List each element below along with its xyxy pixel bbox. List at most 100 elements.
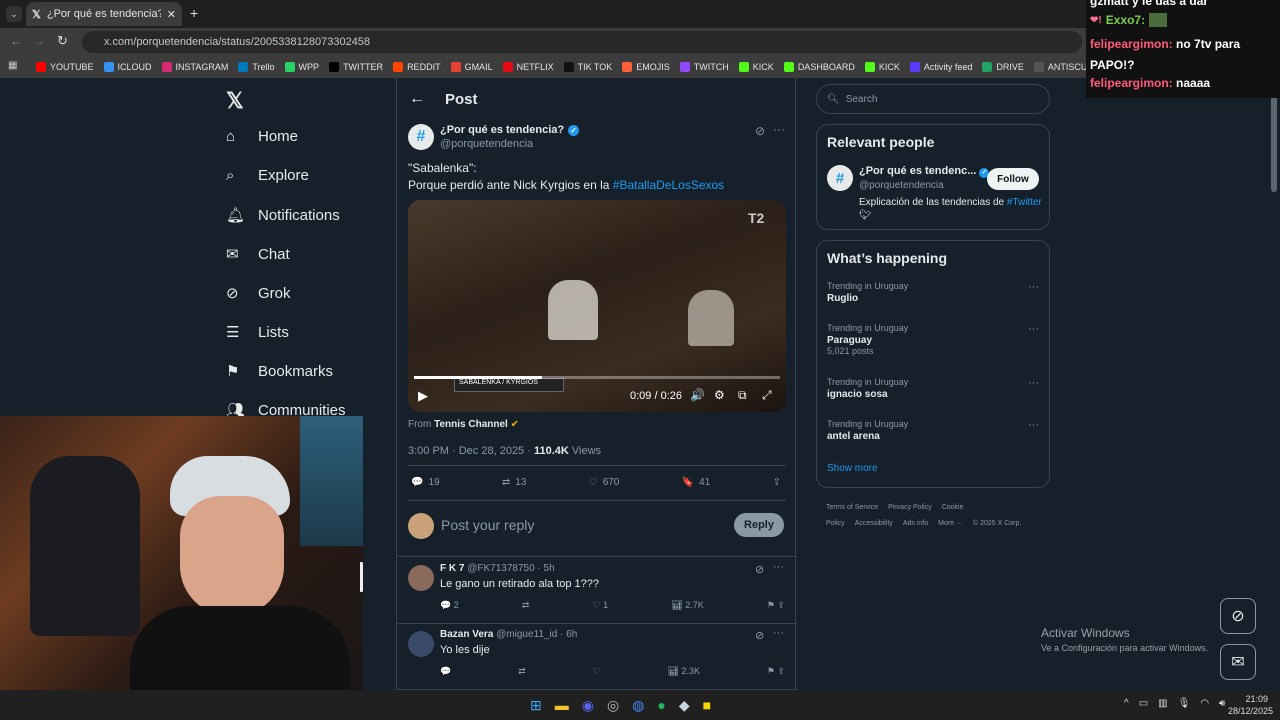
- search-field[interactable]: 🔍︎ Search: [816, 84, 1050, 114]
- new-tab-icon[interactable]: +: [190, 5, 198, 21]
- nav-item-explore[interactable]: ⌕ Explore: [226, 167, 309, 184]
- apps-grid-icon[interactable]: ▦: [8, 60, 17, 71]
- reply-action[interactable]: 💬 19: [411, 477, 440, 488]
- more-options-icon[interactable]: ···: [1028, 323, 1039, 335]
- spotify-icon[interactable]: ●: [657, 697, 665, 714]
- video-progress-track[interactable]: [414, 376, 780, 379]
- grok-icon[interactable]: ⊘: [755, 629, 764, 642]
- footer-link[interactable]: Privacy Policy: [888, 504, 932, 511]
- reply-avatar[interactable]: [408, 565, 434, 591]
- reply-action[interactable]: 💬: [440, 666, 451, 677]
- nav-item-bookmarks[interactable]: ⚑ Bookmarks: [226, 362, 333, 381]
- nav-item-chat[interactable]: ✉ Chat: [226, 245, 290, 264]
- bookmark-item[interactable]: TIK TOK: [563, 62, 612, 72]
- bookmark-item[interactable]: GMAIL: [450, 62, 493, 72]
- settings-icon[interactable]: ⚙: [714, 388, 725, 402]
- footer-link[interactable]: © 2025 X Corp.: [973, 520, 1021, 527]
- person-avatar[interactable]: #: [827, 165, 853, 191]
- mic-icon[interactable]: 🎙︎: [1178, 698, 1191, 709]
- person-name[interactable]: ¿Por qué es tendenc... ✓: [859, 165, 990, 178]
- sticky-notes-icon[interactable]: ■: [703, 697, 711, 714]
- share-action[interactable]: ⇪: [773, 477, 781, 488]
- like-action[interactable]: ♡ 670: [589, 477, 620, 488]
- trend-item[interactable]: Trending in Uruguay Paraguay 5,021 posts…: [827, 323, 1039, 356]
- reload-icon[interactable]: ↻: [57, 33, 68, 49]
- network-icon[interactable]: ▥: [1158, 698, 1167, 709]
- bookmark-item[interactable]: KICK: [864, 62, 900, 72]
- obs-icon[interactable]: ◎: [607, 697, 619, 714]
- repost-action[interactable]: ⇄ 13: [502, 477, 527, 488]
- bio-hashtag-link[interactable]: #Twitter: [1007, 197, 1042, 208]
- tab-list-icon[interactable]: ⌄: [6, 6, 22, 22]
- bookmark-item[interactable]: EMOJIS: [622, 62, 670, 72]
- hashtag-link[interactable]: #BatallaDeLosSexos: [613, 178, 724, 192]
- language-icon[interactable]: ▭: [1139, 698, 1148, 709]
- nav-item-home[interactable]: ⌂ Home: [226, 128, 298, 145]
- more-options-icon[interactable]: ···: [1028, 281, 1039, 293]
- volume-icon[interactable]: 🔊︎: [1219, 698, 1225, 709]
- bookmark-item[interactable]: KICK: [738, 62, 774, 72]
- wifi-icon[interactable]: ◠: [1200, 698, 1209, 709]
- trend-item[interactable]: Trending in Uruguay ignacio sosa ···: [827, 377, 1039, 400]
- bookmark-action[interactable]: ⚑ ⇪: [767, 666, 785, 677]
- bookmark-item[interactable]: Activity feed: [909, 62, 972, 72]
- back-icon[interactable]: ←: [10, 34, 22, 48]
- like-action[interactable]: ♡: [593, 666, 601, 677]
- bookmark-item[interactable]: TWITTER: [329, 62, 383, 72]
- trend-item[interactable]: Trending in Uruguay antel arena ···: [827, 419, 1039, 442]
- more-options-icon[interactable]: ···: [773, 627, 784, 639]
- reply-avatar[interactable]: [408, 631, 434, 657]
- steam-icon[interactable]: ◆: [679, 697, 690, 714]
- reply-author[interactable]: Bazan Vera @migue11_id · 6h: [440, 629, 577, 640]
- person-handle[interactable]: @porquetendencia: [859, 180, 944, 191]
- footer-link[interactable]: More ···: [938, 520, 963, 527]
- footer-link[interactable]: Accessibility: [855, 520, 893, 527]
- repost-action[interactable]: ⇄: [522, 600, 530, 611]
- views-action[interactable]: 📊︎ 2.7K: [671, 600, 703, 611]
- reply-author[interactable]: F K 7 @FK71378750 · 5h: [440, 563, 555, 574]
- volume-icon[interactable]: 🔊: [690, 388, 705, 402]
- follow-button[interactable]: Follow: [987, 168, 1039, 190]
- reply-button[interactable]: Reply: [734, 513, 784, 537]
- bookmark-item[interactable]: Trello: [238, 62, 275, 72]
- url-field[interactable]: x.com/porquetendencia/status/20053381280…: [82, 31, 1082, 53]
- bookmark-item[interactable]: ICLOUD: [103, 62, 152, 72]
- footer-link[interactable]: Terms of Service: [826, 504, 878, 511]
- show-more-link[interactable]: Show more: [827, 463, 878, 474]
- play-icon[interactable]: ▶: [418, 388, 428, 404]
- bookmark-item[interactable]: NETFLIX: [502, 62, 554, 72]
- source-name[interactable]: Tennis Channel: [434, 419, 508, 430]
- footer-link[interactable]: Ads info: [903, 520, 928, 527]
- nav-item-grok[interactable]: ⊘ Grok: [226, 284, 291, 303]
- author-avatar[interactable]: #: [408, 124, 434, 150]
- chrome-icon[interactable]: ◍: [632, 697, 644, 714]
- page-scrollbar[interactable]: [1271, 96, 1277, 192]
- discord-icon[interactable]: ◉: [582, 697, 594, 714]
- more-options-icon[interactable]: ···: [1028, 377, 1039, 389]
- grok-icon[interactable]: ⊘: [755, 563, 764, 576]
- bookmark-item[interactable]: YOUTUBE: [36, 62, 94, 72]
- trend-item[interactable]: Trending in Uruguay Ruglio ···: [827, 281, 1039, 304]
- more-options-icon[interactable]: ···: [773, 561, 784, 573]
- reply-input[interactable]: Post your reply: [441, 517, 534, 533]
- file-explorer-icon[interactable]: ▬: [555, 697, 569, 714]
- repost-action[interactable]: ⇄: [518, 666, 526, 677]
- bookmark-action[interactable]: ⚑ ⇪: [767, 600, 785, 611]
- forward-icon[interactable]: →: [33, 34, 45, 48]
- windows-start-icon[interactable]: ⊞: [530, 697, 542, 714]
- x-logo-icon[interactable]: 𝕏: [226, 88, 244, 114]
- bookmark-item[interactable]: DRIVE: [982, 62, 1024, 72]
- more-options-icon[interactable]: ···: [1028, 419, 1039, 431]
- author-name-row[interactable]: ¿Por qué es tendencia? ✓: [440, 124, 580, 136]
- nav-item-notifications[interactable]: 🔔︎ Notifications: [226, 206, 340, 225]
- bookmark-action[interactable]: 🔖 41: [682, 477, 711, 488]
- video-player[interactable]: T2 SABALENKA / KYRGIOS ▶ 0:09 / 0:26 🔊 ⚙…: [408, 200, 786, 412]
- pip-icon[interactable]: ⧉: [738, 388, 747, 403]
- fullscreen-icon[interactable]: ⤢: [762, 388, 772, 403]
- like-action[interactable]: ♡ 1: [593, 600, 609, 611]
- bookmark-item[interactable]: TWITCH: [679, 62, 729, 72]
- bookmark-item[interactable]: WPP: [284, 62, 319, 72]
- views-action[interactable]: 📊︎ 2.3K: [668, 666, 700, 677]
- bookmark-item[interactable]: REDDIT: [393, 62, 441, 72]
- bookmark-item[interactable]: DASHBOARD: [783, 62, 855, 72]
